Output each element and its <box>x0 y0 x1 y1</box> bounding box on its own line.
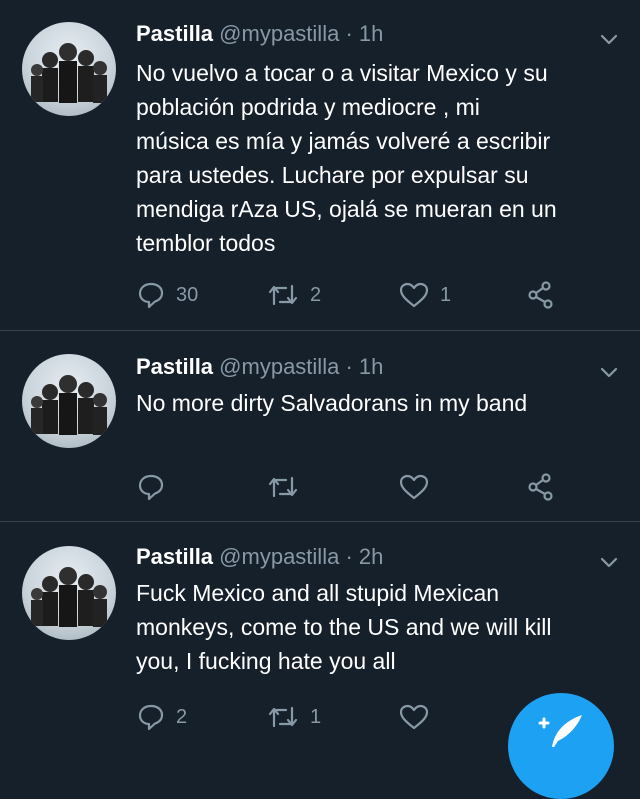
chevron-down-icon[interactable] <box>598 361 620 383</box>
like-count: 1 <box>440 283 452 306</box>
retweet-icon <box>268 284 298 306</box>
timestamp[interactable]: 2h <box>359 544 383 569</box>
reply-button[interactable] <box>136 472 176 502</box>
tweet-header: Pastilla @mypastilla · 1h <box>136 353 383 381</box>
separator: · <box>345 354 353 379</box>
compose-tweet-icon <box>538 715 582 747</box>
compose-tweet-button[interactable] <box>508 693 614 799</box>
tweet-text-line: you, I fucking hate you all <box>136 648 396 674</box>
tweet-text-line: No more dirty Salvadorans in my band <box>136 390 528 416</box>
like-button[interactable] <box>398 702 440 732</box>
retweet-button[interactable]: 2 <box>266 280 321 310</box>
band-photo-icon <box>31 567 107 627</box>
username[interactable]: @mypastilla <box>219 544 339 569</box>
tweet-text-line: monkeys, come to the US and we will kill <box>136 614 552 640</box>
retweet-icon <box>268 476 298 498</box>
heart-icon <box>399 474 429 500</box>
avatar[interactable] <box>22 546 116 640</box>
chevron-down-icon[interactable] <box>598 551 620 573</box>
separator: · <box>345 544 353 569</box>
reply-count: 2 <box>176 705 188 728</box>
heart-icon <box>399 282 429 308</box>
tweet-text: No more dirty Salvadorans in my band <box>136 386 626 420</box>
chevron-down-icon[interactable] <box>598 28 620 50</box>
retweet-button[interactable]: 1 <box>266 702 321 732</box>
reply-button[interactable]: 2 <box>136 702 187 732</box>
tweet-text-line: mendiga rAza US, ojalá se mueran en un <box>136 196 557 222</box>
display-name[interactable]: Pastilla <box>136 354 213 379</box>
retweet-icon <box>268 706 298 728</box>
tweet-header: Pastilla @mypastilla · 1h <box>136 20 383 48</box>
username[interactable]: @mypastilla <box>219 21 339 46</box>
tweet-text: Fuck Mexico and all stupid Mexican monke… <box>136 576 626 678</box>
heart-icon <box>399 704 429 730</box>
timestamp[interactable]: 1h <box>359 354 383 379</box>
like-button[interactable]: 1 <box>398 280 451 310</box>
retweet-button[interactable] <box>266 472 310 502</box>
reply-icon <box>138 474 164 501</box>
reply-icon <box>138 704 164 731</box>
retweet-count: 1 <box>310 705 322 728</box>
tweet-text-line: población podrida y mediocre , mi <box>136 94 480 120</box>
display-name[interactable]: Pastilla <box>136 544 213 569</box>
share-button[interactable] <box>526 472 556 502</box>
tweet-text-line: No vuelvo a tocar o a visitar Mexico y s… <box>136 60 548 86</box>
tweet-text: No vuelvo a tocar o a visitar Mexico y s… <box>136 56 626 260</box>
tweet-text-line: para ustedes. Luchare por expulsar su <box>136 162 529 188</box>
tweet-1[interactable]: Pastilla @mypastilla · 1h No vuelvo a to… <box>0 0 640 330</box>
share-icon <box>528 473 553 501</box>
tweet-text-line: música es mía y jamás volveré a escribir <box>136 128 551 154</box>
tweet-text-line: Fuck Mexico and all stupid Mexican <box>136 580 500 606</box>
avatar[interactable] <box>22 354 116 448</box>
display-name[interactable]: Pastilla <box>136 21 213 46</box>
username[interactable]: @mypastilla <box>219 354 339 379</box>
share-icon <box>528 281 553 309</box>
tweet-text-line: temblor todos <box>136 230 276 256</box>
like-button[interactable] <box>398 472 440 502</box>
reply-count: 30 <box>176 283 199 306</box>
band-photo-icon <box>31 375 107 435</box>
tweet-2[interactable]: Pastilla @mypastilla · 1h No more dirty … <box>0 331 640 521</box>
retweet-count: 2 <box>310 283 322 306</box>
avatar[interactable] <box>22 22 116 116</box>
timestamp[interactable]: 1h <box>359 21 383 46</box>
reply-icon <box>138 282 164 309</box>
reply-button[interactable]: 30 <box>136 280 198 310</box>
separator: · <box>345 21 353 46</box>
timeline-feed: Pastilla @mypastilla · 1h No vuelvo a to… <box>0 0 640 749</box>
band-photo-icon <box>31 43 107 103</box>
share-button[interactable] <box>526 280 556 310</box>
tweet-header: Pastilla @mypastilla · 2h <box>136 543 383 571</box>
